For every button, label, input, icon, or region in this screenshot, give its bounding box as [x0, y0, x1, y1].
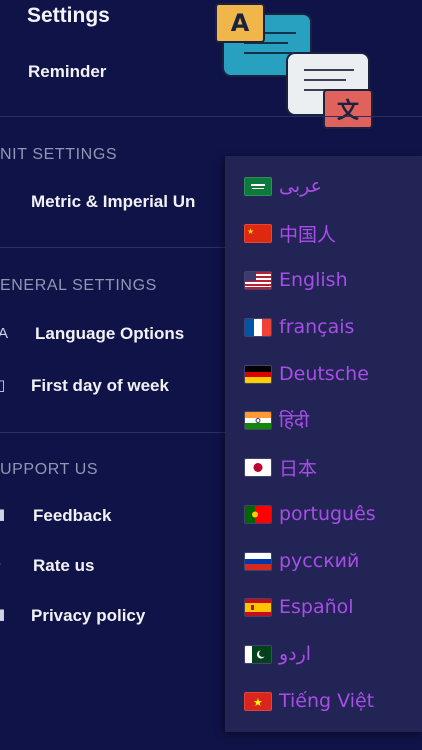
india-flag-icon: [244, 410, 272, 430]
language-label: English: [279, 269, 348, 291]
feedback-icon: ▮: [0, 506, 6, 523]
divider: [0, 116, 422, 117]
language-label: Tiếng Việt: [279, 690, 375, 712]
first-day-of-week-item[interactable]: First day of week: [31, 376, 169, 396]
language-option-japanese[interactable]: 日本: [225, 446, 422, 488]
vietnam-flag-icon: ★: [244, 691, 272, 711]
language-option-vietnamese[interactable]: ★ Tiếng Việt: [225, 680, 422, 722]
metric-imperial-item[interactable]: Metric & Imperial Un: [31, 192, 195, 212]
language-label: Deutsche: [279, 363, 369, 385]
language-label: 日本: [279, 457, 318, 480]
spain-flag-icon: [244, 597, 272, 617]
letter-a-badge-icon: A: [215, 3, 265, 43]
language-option-hindi[interactable]: हिंदी: [225, 399, 422, 441]
star-icon: ›: [0, 555, 1, 572]
language-option-english[interactable]: English: [225, 259, 422, 301]
svg-text:★: ★: [247, 227, 254, 236]
france-flag-icon: [244, 317, 272, 337]
language-option-chinese[interactable]: ★ 中国人: [225, 212, 422, 254]
usa-flag-icon: [244, 270, 272, 290]
language-icon: A: [0, 325, 9, 342]
portugal-flag-icon: [244, 504, 272, 524]
general-settings-heading: ENERAL SETTINGS: [0, 277, 157, 294]
germany-flag-icon: [244, 364, 272, 384]
language-label: 中国人: [279, 223, 337, 246]
language-option-russian[interactable]: русский: [225, 540, 422, 582]
rate-us-item[interactable]: Rate us: [33, 556, 94, 576]
support-heading: UPPORT US: [0, 461, 99, 478]
chinese-character-badge-icon: 文: [323, 89, 373, 129]
language-option-urdu[interactable]: اردو: [225, 633, 422, 675]
language-label: português: [279, 503, 376, 525]
language-option-german[interactable]: Deutsche: [225, 353, 422, 395]
language-option-french[interactable]: français: [225, 306, 422, 348]
saudi-arabia-flag-icon: [244, 176, 272, 196]
unit-settings-heading: NIT SETTINGS: [0, 146, 118, 163]
language-dropdown: عربى ★ 中国人 English français Deutsche हिं…: [225, 156, 422, 732]
language-label: हिंदी: [279, 410, 310, 432]
calendar-icon: ▯: [0, 377, 6, 394]
privacy-policy-item[interactable]: Privacy policy: [31, 606, 145, 626]
language-label: français: [279, 316, 355, 338]
language-option-portuguese[interactable]: português: [225, 493, 422, 535]
language-label: русский: [279, 550, 360, 572]
russia-flag-icon: [244, 551, 272, 571]
language-option-arabic[interactable]: عربى: [225, 165, 422, 207]
language-label: اردو: [279, 643, 312, 665]
japan-flag-icon: [244, 457, 272, 477]
pakistan-flag-icon: [244, 644, 272, 664]
language-options-item[interactable]: Language Options: [35, 324, 184, 344]
china-flag-icon: ★: [244, 223, 272, 243]
language-option-spanish[interactable]: Español: [225, 586, 422, 628]
page-title: Settings: [27, 4, 110, 27]
language-label: عربى: [279, 175, 322, 197]
reminder-item[interactable]: Reminder: [28, 62, 106, 82]
shield-icon: ▮: [0, 606, 6, 623]
svg-text:★: ★: [253, 696, 263, 709]
language-label: Español: [279, 596, 354, 618]
feedback-item[interactable]: Feedback: [33, 506, 111, 526]
